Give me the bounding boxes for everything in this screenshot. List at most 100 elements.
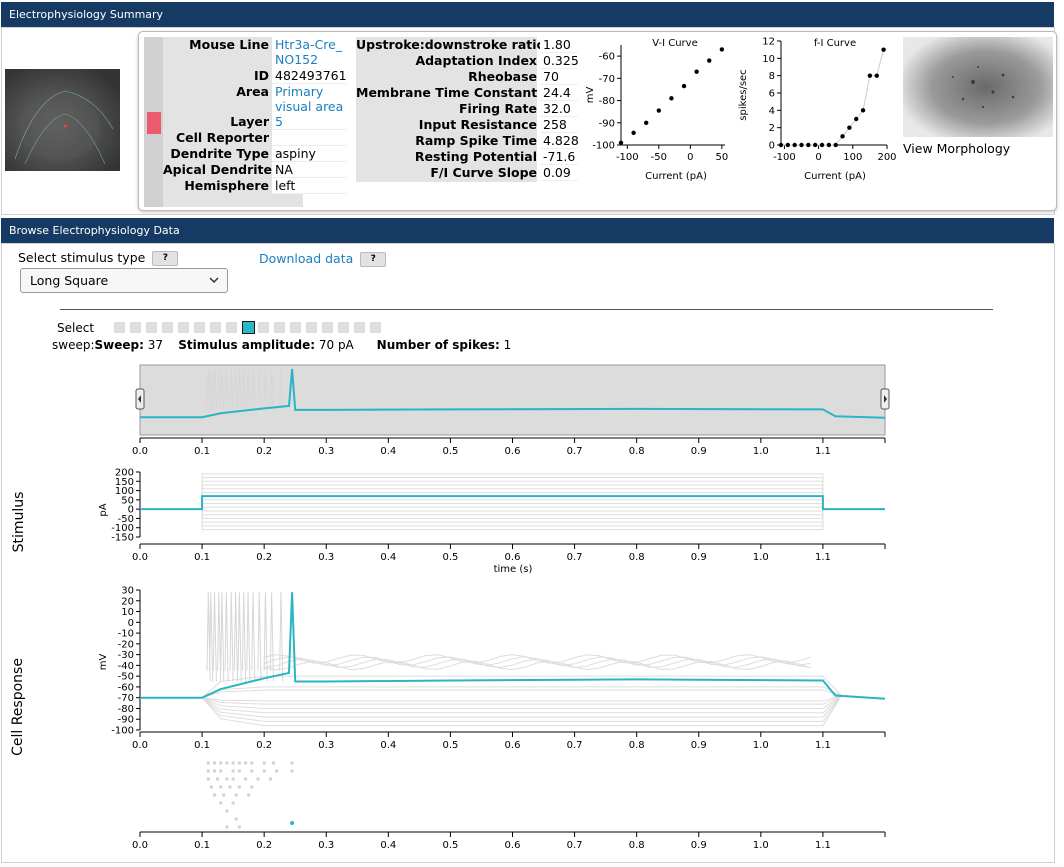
spike-dot	[262, 761, 266, 765]
cell-reporter-value	[272, 130, 347, 146]
x-tick-label: 0.1	[194, 840, 210, 851]
mouse-line-link[interactable]: Htr3a-Cre_NO152	[272, 37, 347, 69]
spike-dot	[225, 761, 229, 765]
x-tick-label: 0.7	[567, 552, 583, 563]
sweep-button[interactable]	[258, 322, 269, 333]
spike-dot	[256, 777, 260, 781]
spike-dot	[225, 825, 229, 829]
sweep-button[interactable]	[370, 322, 381, 333]
spike-dot	[219, 785, 223, 789]
sweep-trace	[140, 686, 886, 700]
active-spike-dot	[290, 821, 295, 825]
sweep-trace	[140, 689, 886, 700]
sweep-button[interactable]	[322, 322, 333, 333]
spike-dot	[237, 769, 242, 773]
spike-dot	[250, 761, 254, 765]
rheobase-value: 70	[540, 69, 578, 85]
brain-thumbnail[interactable]	[5, 69, 120, 171]
x-tick-label: 0.0	[132, 840, 148, 851]
y-tick-label: -70	[118, 693, 134, 704]
data-point	[812, 142, 818, 148]
resp-ylabel: mV	[98, 654, 109, 671]
stimulus-amplitude-key: Stimulus amplitude:	[178, 338, 316, 352]
x-tick-label: 0	[687, 152, 693, 163]
panel-drag-handle[interactable]	[144, 37, 163, 207]
spike-dot	[219, 801, 223, 805]
sweep-trace	[140, 488, 885, 510]
spike-dot	[225, 809, 229, 813]
layer-link[interactable]: 5	[272, 114, 347, 130]
x-tick-label: 0.3	[318, 840, 334, 851]
stim-ylabel: pA	[98, 503, 109, 516]
sweep-button[interactable]	[290, 322, 301, 333]
data-point	[618, 140, 624, 145]
y-tick-label: -150	[111, 533, 134, 544]
sweep-button[interactable]	[210, 322, 221, 333]
sweep-button[interactable]	[178, 322, 189, 333]
spike-trace	[212, 592, 217, 682]
x-tick-label: 1.0	[753, 552, 769, 563]
sweep-button[interactable]	[306, 322, 317, 333]
resting-potential-label: Resting Potential	[414, 149, 537, 164]
download-data-link[interactable]: Download data	[259, 251, 353, 266]
stimulus-help-button[interactable]: ?	[152, 251, 179, 266]
overview-brush[interactable]: 0.0 0.1 0.2 0.3 0.4 0.5 0.6 0.7 0.8 0.9 1.0 1.1	[120, 360, 900, 455]
firing-rate-value: 32.0	[540, 101, 578, 117]
x-tick-label: 0.6	[505, 552, 521, 563]
x-tick-label: 0.2	[256, 740, 272, 751]
spike-dot	[219, 761, 223, 765]
x-tick-label: 0.5	[442, 840, 458, 851]
sweep-trace	[140, 695, 886, 718]
spike-dot	[212, 793, 217, 797]
y-tick-label: 0	[769, 141, 775, 152]
data-point	[874, 73, 879, 78]
fi-curve-slope-value: 0.09	[540, 165, 578, 181]
sweep-button[interactable]	[274, 322, 285, 333]
stimulus-type-select[interactable]: Long Square	[20, 268, 228, 293]
sweep-number: 37	[147, 338, 164, 352]
morphology-thumbnail[interactable]	[903, 37, 1053, 137]
sweep-button[interactable]	[338, 322, 349, 333]
area-link[interactable]: Primary visual area	[272, 84, 347, 115]
spike-dot	[237, 825, 242, 829]
x-tick-label: 1.1	[815, 552, 831, 563]
spike-dot	[243, 777, 248, 781]
x-tick-label: 0	[815, 152, 821, 163]
x-tick-label: 0.1	[194, 740, 210, 751]
stimulus-amplitude-value: 70 pA	[318, 338, 354, 352]
spike-count-value: 1	[503, 338, 512, 352]
sweep-button[interactable]	[162, 322, 173, 333]
y-tick-label: -50	[118, 672, 134, 683]
sweep-word: sweep:	[52, 338, 95, 352]
sweep-button[interactable]	[194, 322, 205, 333]
sweep-button[interactable]	[354, 322, 365, 333]
cell-reporter-label: Cell Reporter	[176, 130, 269, 145]
sweep-key: Sweep:	[94, 338, 144, 352]
x-tick-label: -100	[616, 152, 639, 163]
spike-dot	[237, 785, 242, 789]
x-tick-label: 0.9	[691, 740, 707, 751]
spike-dot	[212, 761, 217, 765]
sweep-button-active[interactable]	[242, 321, 255, 334]
sweep-trace	[140, 508, 885, 512]
x-tick-label: 0.3	[318, 552, 334, 563]
download-help-button[interactable]: ?	[360, 252, 387, 267]
summary-header: Electrophysiology Summary	[1, 2, 1054, 27]
area-label: Area	[236, 84, 269, 99]
data-point	[867, 73, 873, 78]
spike-count-key: Number of spikes:	[376, 338, 500, 352]
data-point	[719, 47, 725, 52]
sweep-button[interactable]	[114, 322, 125, 333]
y-tick-label: -70	[599, 74, 615, 85]
hemisphere-label: Hemisphere	[184, 178, 269, 193]
spike-trace	[229, 592, 234, 682]
y-tick-label: -10	[118, 629, 134, 640]
sweep-button[interactable]	[226, 322, 237, 333]
view-morphology-link[interactable]: View Morphology	[903, 141, 1010, 157]
sweep-button[interactable]	[130, 322, 141, 333]
data-point	[819, 142, 825, 148]
spike-trace	[217, 592, 222, 682]
sweep-button[interactable]	[146, 322, 157, 333]
x-tick-label: 0.8	[629, 740, 645, 751]
x-tick-label: 0.8	[629, 552, 645, 563]
